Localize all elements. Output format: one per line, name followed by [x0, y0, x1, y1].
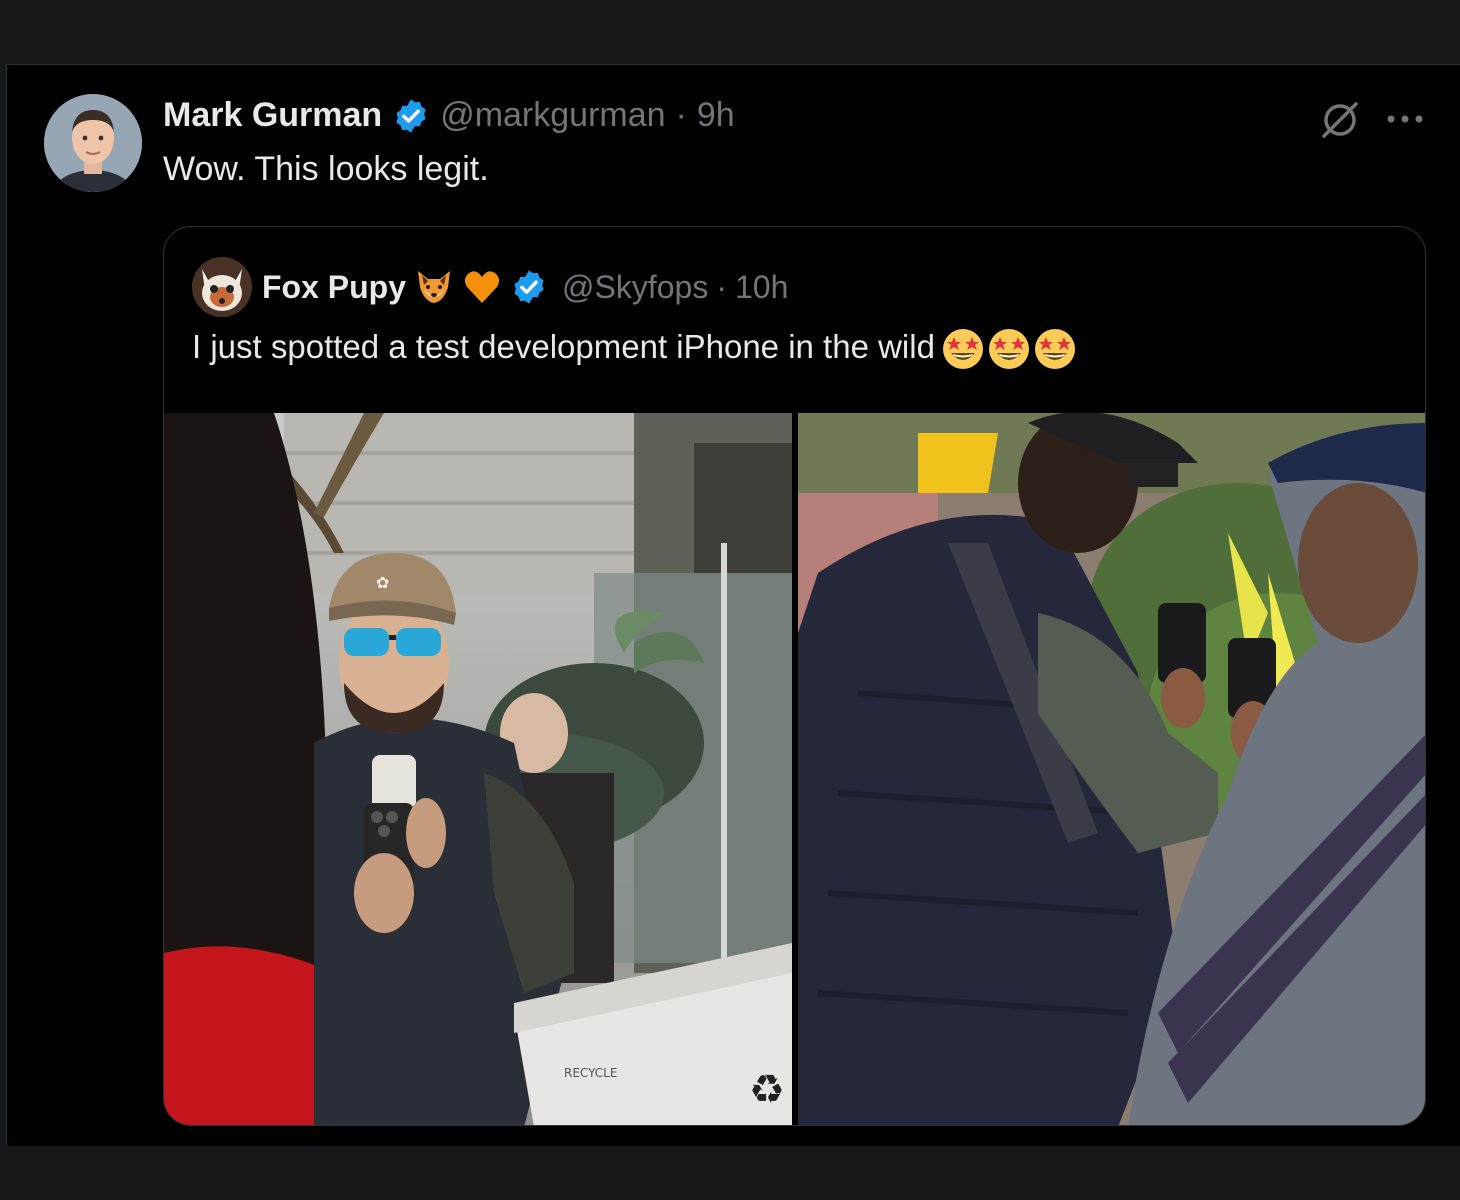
header-separator: · [675, 96, 687, 134]
quoted-tweet-time[interactable]: 10h [735, 269, 788, 306]
bottom-band [0, 1146, 1460, 1200]
quoted-author-name[interactable]: Fox Pupy [262, 269, 406, 306]
photo-1-recycle-label: RECYCLE [564, 1066, 617, 1080]
star-struck-emoji [1033, 327, 1075, 369]
quoted-author-handle[interactable]: @Skyfops [562, 269, 708, 306]
svg-text:✿: ✿ [376, 573, 389, 592]
star-struck-emoji [987, 327, 1029, 369]
photo-1[interactable]: ✿ RECYCLE ♻ [164, 413, 792, 1125]
fox-face-emoji [414, 267, 454, 307]
svg-text:♻: ♻ [749, 1067, 785, 1113]
grok-icon[interactable] [1318, 100, 1362, 140]
quoted-verified-badge-icon [510, 268, 548, 306]
quoted-header-separator: · [716, 268, 727, 305]
more-icon[interactable] [1384, 104, 1426, 134]
quoted-tweet[interactable]: Fox Pupy @Skyfops · 10h I just spotted a… [163, 226, 1426, 1126]
author-name[interactable]: Mark Gurman [163, 96, 382, 135]
quoted-tweet-text-row: I just spotted a test development iPhone… [192, 327, 1075, 369]
tweet-header: Mark Gurman @markgurman · 9h [163, 96, 735, 135]
author-avatar[interactable] [44, 94, 142, 192]
author-handle[interactable]: @markgurman [440, 96, 665, 135]
quoted-author-avatar[interactable] [192, 257, 252, 317]
photo-2[interactable] [798, 413, 1425, 1125]
quoted-tweet-text: I just spotted a test development iPhone… [192, 328, 935, 365]
top-band [0, 0, 1460, 56]
tweet-text: Wow. This looks legit. [163, 150, 489, 188]
media-grid: ✿ RECYCLE ♻ [164, 413, 1425, 1125]
quoted-header: Fox Pupy @Skyfops · 10h [262, 267, 788, 307]
tweet-time[interactable]: 9h [697, 96, 735, 135]
verified-badge-icon [392, 97, 430, 135]
star-struck-emoji [941, 327, 983, 369]
orange-heart-emoji [462, 267, 502, 307]
